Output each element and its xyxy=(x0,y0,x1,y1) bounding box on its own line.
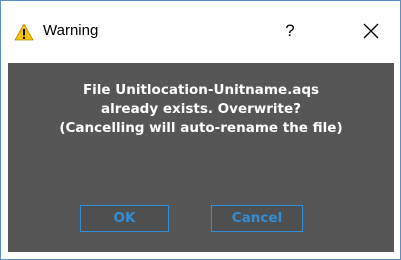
window-title: Warning xyxy=(43,22,99,39)
close-icon xyxy=(363,23,379,39)
warning-triangle-icon xyxy=(14,23,34,41)
cancel-button[interactable]: Cancel xyxy=(211,205,303,232)
dialog-content: File Unitlocation-Unitname.aqs already e… xyxy=(8,63,394,252)
help-button[interactable]: ? xyxy=(280,18,300,44)
warning-dialog: Warning ? File Unitlocation-Unitname.aqs… xyxy=(0,0,401,260)
message-line: (Cancelling will auto-rename the file) xyxy=(59,120,343,136)
message-line: File Unitlocation-Unitname.aqs xyxy=(82,82,320,98)
close-button[interactable] xyxy=(359,19,383,43)
warning-message: File Unitlocation-Unitname.aqs already e… xyxy=(8,81,394,138)
message-line: already exists. Overwrite? xyxy=(101,101,301,117)
title-bar[interactable]: Warning ? xyxy=(1,1,400,63)
ok-button[interactable]: OK xyxy=(80,205,169,232)
